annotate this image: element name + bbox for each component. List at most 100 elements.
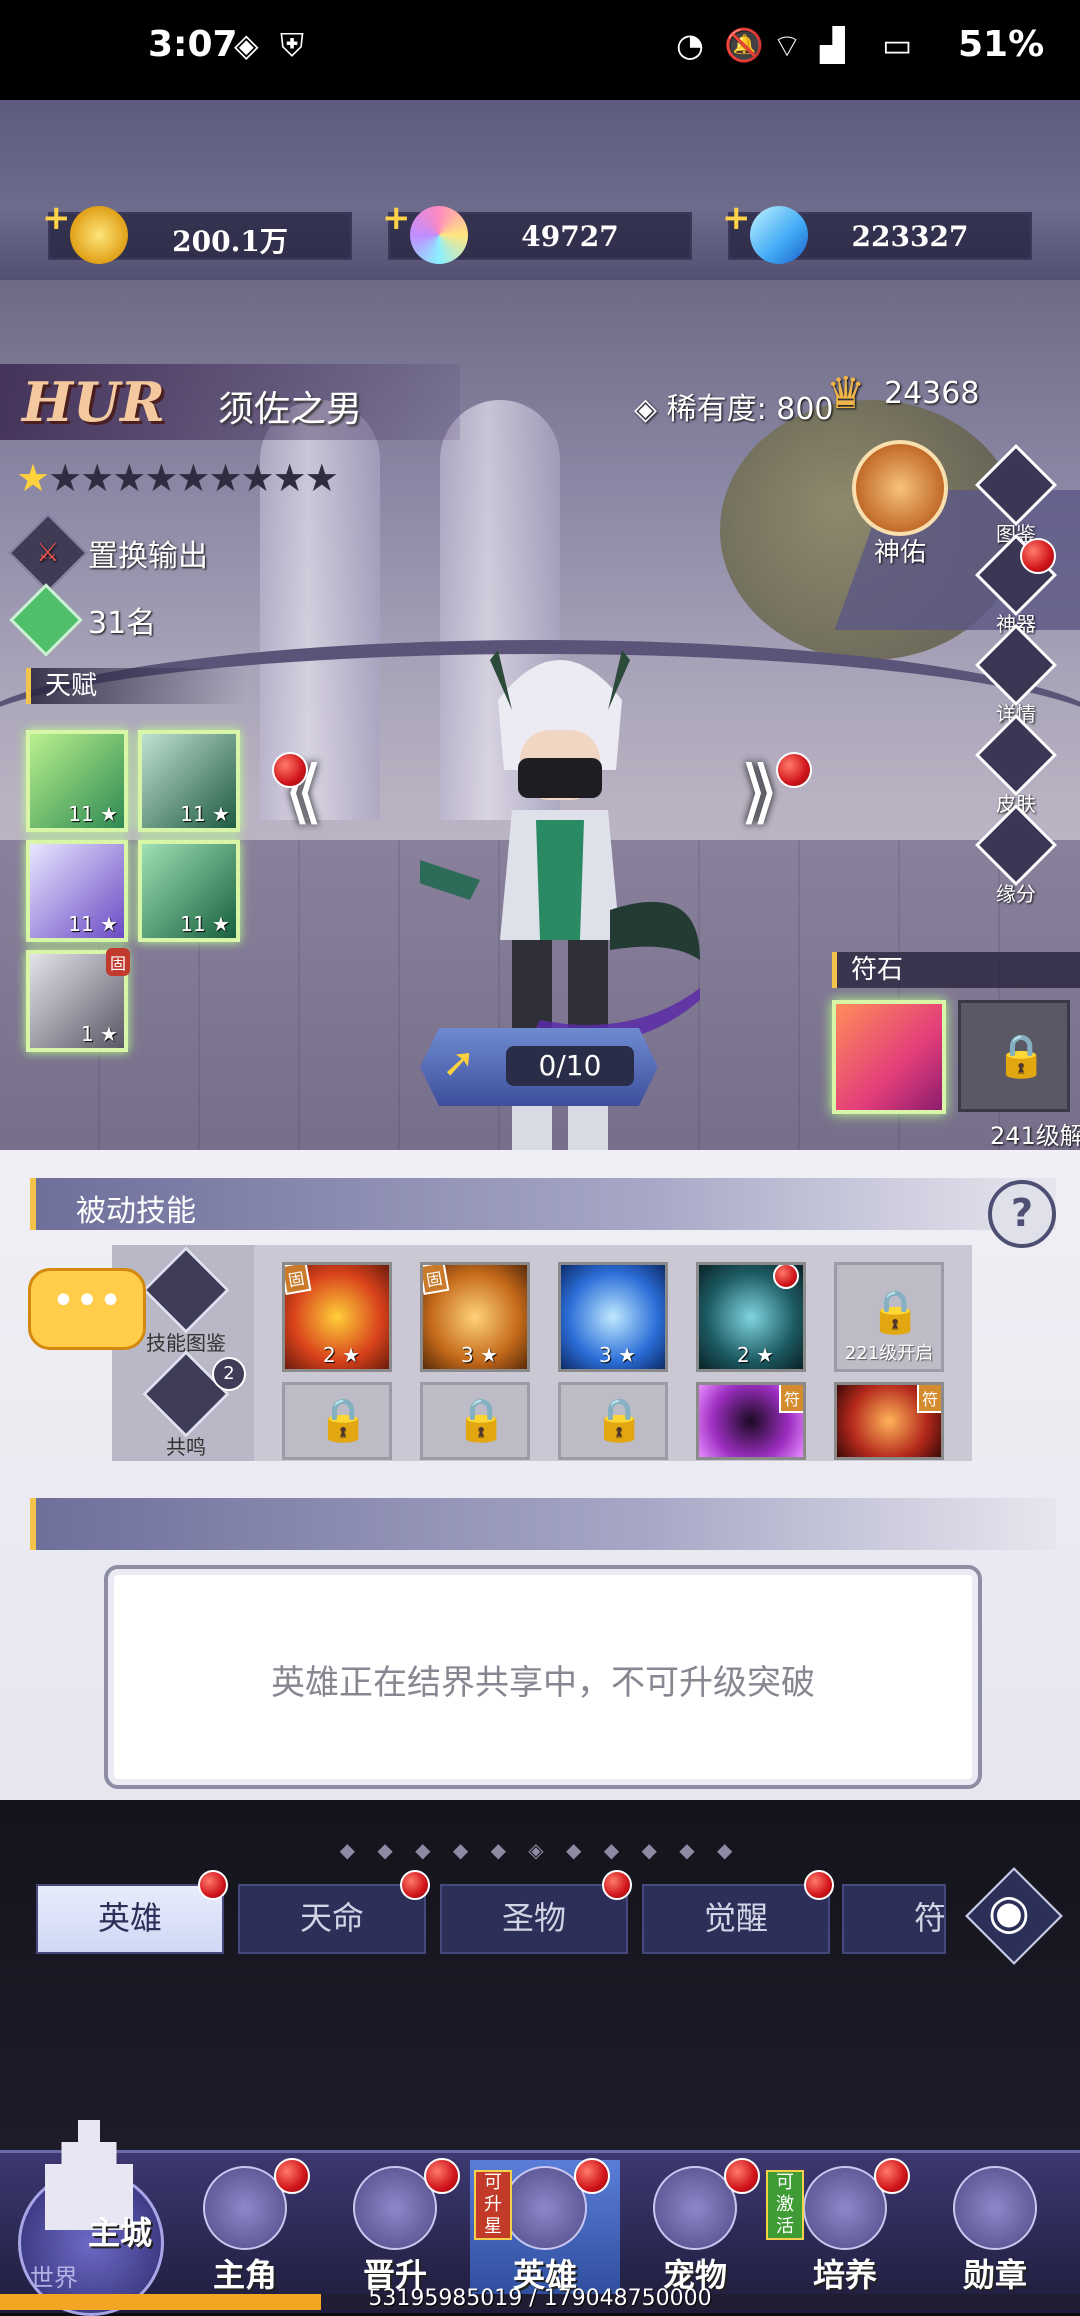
- blue-diamond-icon: [750, 206, 808, 264]
- passive-skill[interactable]: 3 ★: [558, 1262, 668, 1372]
- shield-icon: ⛨: [280, 26, 305, 64]
- talent-slot[interactable]: 固 1 ★: [26, 948, 130, 1052]
- mute-icon: 🔕: [724, 26, 764, 64]
- hero-rank-label: 31名: [88, 606, 157, 641]
- passive-skill[interactable]: 固 2 ★: [282, 1262, 392, 1372]
- bond-button[interactable]: 缘分: [974, 803, 1058, 906]
- inherit-badge: 符: [778, 1385, 803, 1413]
- passive-skills-title: 被动技能: [76, 1194, 196, 1229]
- fixed-badge: 固: [285, 1265, 312, 1296]
- codex-button[interactable]: 图鉴: [974, 443, 1058, 546]
- chat-bubble-icon[interactable]: •••: [28, 1268, 146, 1350]
- talent-slot[interactable]: 11 ★: [138, 730, 240, 832]
- medal-icon: [953, 2166, 1037, 2250]
- nav-protagonist[interactable]: 主角: [170, 2158, 320, 2300]
- can-upgrade-star-tag: 可升星: [474, 2170, 512, 2240]
- diamond-currency[interactable]: + 223327: [722, 198, 1032, 264]
- heart-icon: [974, 803, 1058, 887]
- add-gold-icon[interactable]: +: [42, 198, 71, 238]
- blessing-button[interactable]: 神佑: [850, 440, 950, 569]
- add-gem-icon[interactable]: +: [382, 198, 411, 238]
- gold-currency[interactable]: + 200.1万: [42, 198, 352, 264]
- nav-promote[interactable]: 晋升: [320, 2158, 470, 2300]
- passive-skills-header: 被动技能: [30, 1178, 1056, 1230]
- tab-awaken[interactable]: 觉醒: [642, 1870, 834, 1954]
- battery-icon: ▭: [882, 26, 913, 64]
- star-empty-icon: ★: [80, 456, 114, 500]
- rainbow-gem-icon: [410, 206, 468, 264]
- blessing-wings-icon: [852, 440, 948, 536]
- notify-dot: [272, 752, 308, 788]
- book-icon: [974, 443, 1058, 527]
- locked-skill-slot[interactable]: 🔒: [282, 1382, 392, 1460]
- add-diamond-icon[interactable]: +: [722, 198, 751, 238]
- notice-text: 英雄正在结界共享中，不可升级突破: [271, 1663, 815, 1703]
- details-button[interactable]: 详情: [974, 623, 1058, 726]
- hero-scene: HUR 须佐之男 ◈ 稀有度: 800 ♛ 24368 ★★★★★★★★★★ ⚔…: [0, 280, 1080, 1150]
- talent-slot[interactable]: 11 ★: [26, 840, 128, 942]
- main-city-label: 主城: [88, 2214, 153, 2252]
- skin-button[interactable]: 皮肤: [974, 713, 1058, 816]
- next-hero-arrow-icon[interactable]: ⟫: [740, 750, 779, 832]
- notify-dot: [424, 2158, 460, 2194]
- star-empty-icon: ★: [272, 456, 307, 500]
- star-empty-icon: ★: [176, 456, 210, 500]
- shirt-icon: [974, 713, 1058, 797]
- passive-skill[interactable]: 固 3 ★: [420, 1262, 530, 1372]
- gold-coin-icon: [70, 206, 128, 264]
- talent-slot[interactable]: 11 ★: [26, 730, 128, 832]
- resonance-button[interactable]: 2 共鸣: [136, 1350, 246, 1460]
- locked-skill-slot[interactable]: 🔒 221级开启: [834, 1262, 944, 1372]
- tab-relic[interactable]: 圣物: [440, 1870, 632, 1954]
- artifact-button[interactable]: 神器: [974, 533, 1058, 636]
- info-panel: 被动技能 ? 技能图鉴 2 共鸣 ••• 固 2 ★ 固 3 ★ 3 ★ 2 ★…: [0, 1150, 1080, 1800]
- lock-icon: 🔒: [995, 1031, 1048, 1080]
- eye-icon: ◉: [988, 1884, 1030, 1940]
- lock-icon: 🔒: [869, 1287, 922, 1336]
- hero-stars: ★★★★★★★★★★: [16, 456, 339, 500]
- passive-skill[interactable]: 符: [834, 1382, 944, 1460]
- nav-medal[interactable]: 勋章: [920, 2160, 1070, 2300]
- magnifier-icon: [974, 623, 1058, 707]
- wifi-icon: ⌔: [772, 27, 803, 65]
- locked-skill-label: 221级开启: [844, 1343, 934, 1364]
- tab-rune[interactable]: 符文: [842, 1884, 946, 1954]
- star-filled-icon: ★: [16, 456, 50, 500]
- main-city-button[interactable]: 主城 世界: [10, 2110, 170, 2316]
- hero-rarity-badge: HUR: [22, 370, 165, 434]
- star-empty-icon: ★: [208, 456, 242, 500]
- skill-codex-button[interactable]: 技能图鉴: [136, 1246, 236, 1356]
- skill-book-icon: [142, 1246, 230, 1334]
- help-button[interactable]: ?: [988, 1180, 1056, 1248]
- hero-name: 须佐之男: [218, 389, 363, 430]
- star-up-arrow-icon: ➚: [442, 1040, 476, 1086]
- nav-pet[interactable]: 宠物: [620, 2158, 770, 2300]
- diamond-value: 223327: [851, 220, 969, 253]
- gem-currency[interactable]: + 49727: [382, 198, 692, 264]
- notify-dot: [1020, 538, 1056, 574]
- star-empty-icon: ★: [144, 456, 178, 500]
- locked-skill-slot[interactable]: 🔒: [558, 1382, 668, 1460]
- currency-bar: + 200.1万 + 49727 + 223327: [0, 100, 1080, 280]
- rune-slot-locked[interactable]: 🔒: [958, 1000, 1070, 1112]
- locked-skill-slot[interactable]: 🔒: [420, 1382, 530, 1460]
- rarity-score: ◈ 稀有度: 800: [634, 392, 834, 427]
- tab-hero[interactable]: 英雄: [36, 1870, 228, 1954]
- star-upgrade-progress[interactable]: ➚ 0/10: [420, 1028, 658, 1106]
- gold-value: 200.1万: [172, 225, 288, 258]
- tab-destiny[interactable]: 天命: [238, 1870, 430, 1954]
- can-activate-tag: 可激活: [766, 2170, 804, 2240]
- passive-skill[interactable]: 2 ★: [696, 1262, 806, 1372]
- talent-slot[interactable]: 11 ★: [138, 840, 240, 942]
- lock-icon: 🔒: [455, 1395, 508, 1444]
- notify-dot: [874, 2158, 910, 2194]
- lock-icon: 🔒: [317, 1395, 370, 1444]
- star-empty-icon: ★: [240, 456, 275, 500]
- notify-dot: [400, 1870, 430, 1900]
- fixed-badge: 固: [105, 948, 130, 976]
- notify-dot: [602, 1870, 632, 1900]
- rune-slot-equipped[interactable]: [832, 1000, 946, 1114]
- passive-skill[interactable]: 符: [696, 1382, 806, 1460]
- resonance-count: 2: [212, 1357, 246, 1391]
- speed-icon: ◔: [676, 26, 704, 64]
